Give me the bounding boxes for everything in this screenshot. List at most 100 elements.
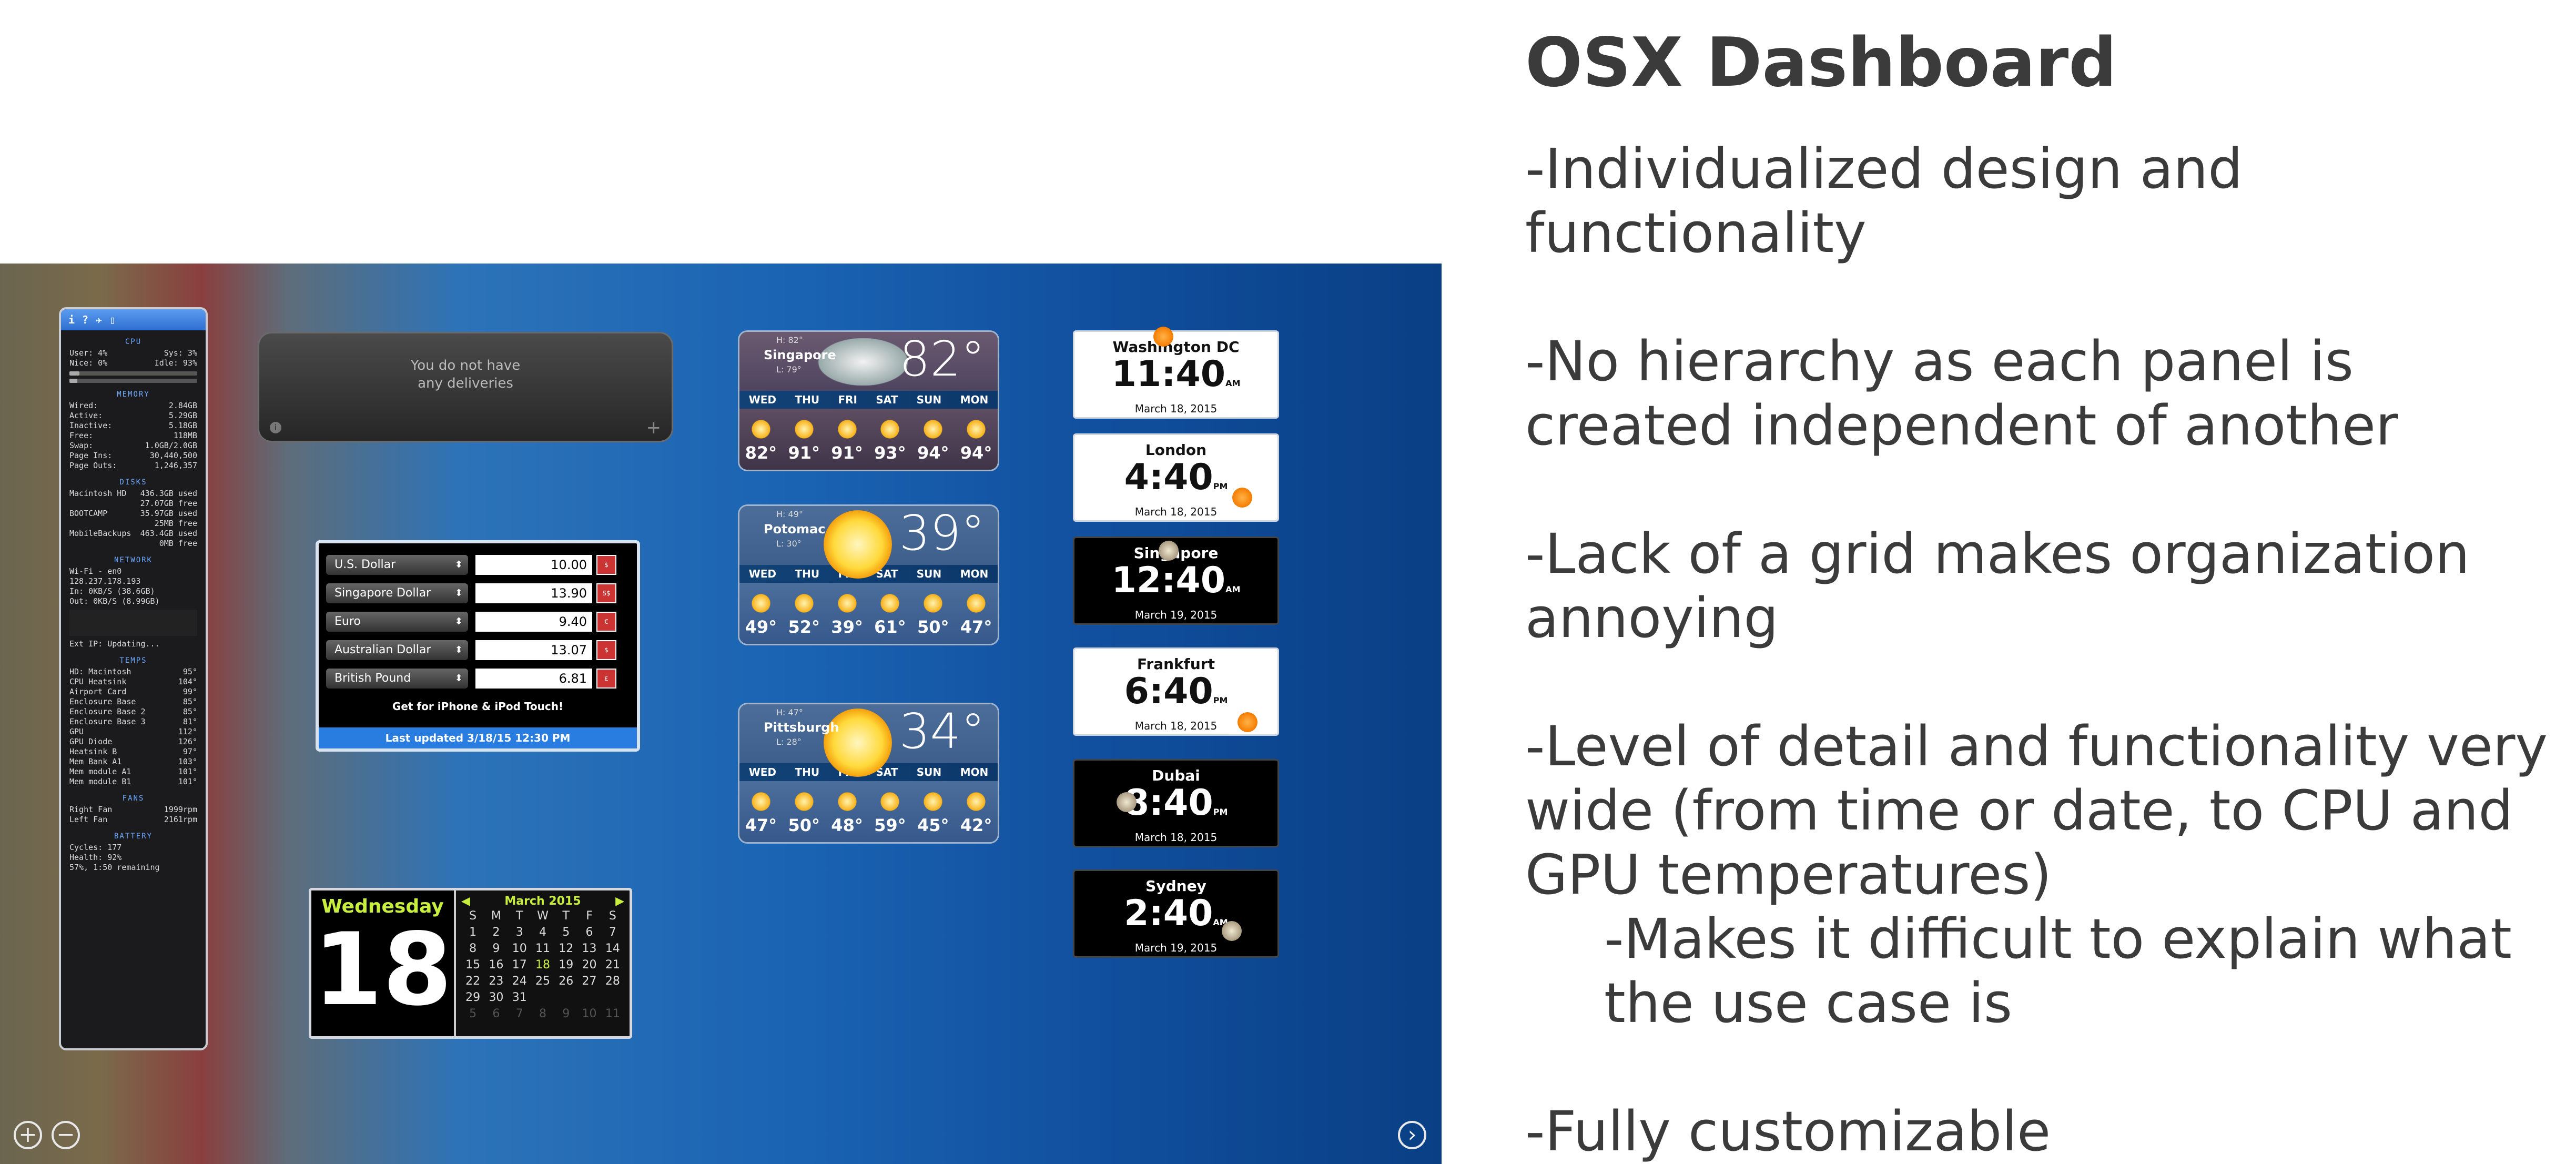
istat-battery-tab[interactable]: ▯ xyxy=(109,313,116,326)
weather-widget-potomac[interactable]: H: 49°PotomacL: 30°39°WEDTHUFRISATSUNMON… xyxy=(738,504,999,645)
clock-date: March 19, 2015 xyxy=(1134,942,1218,954)
info-icon[interactable]: i xyxy=(270,422,281,433)
moon-icon xyxy=(1159,541,1179,561)
istat-plane-tab[interactable]: ✈ xyxy=(96,313,102,326)
add-widget-button[interactable]: + xyxy=(14,1121,42,1149)
clock-singapore[interactable]: Singapore12:40AMMarch 19, 2015 xyxy=(1073,537,1279,625)
sun-icon xyxy=(824,510,892,579)
calendar-day-cell[interactable]: 10 xyxy=(509,940,530,957)
calendar-day-cell[interactable] xyxy=(602,989,623,1006)
calendar-day-cell[interactable]: 14 xyxy=(602,940,623,957)
calendar-day-cell[interactable]: 26 xyxy=(555,973,576,989)
currency-amount-input[interactable]: 6.81 xyxy=(475,669,592,689)
calendar-day-cell[interactable]: 11 xyxy=(532,940,553,957)
next-month-button[interactable]: ▶ xyxy=(615,895,624,908)
calendar-day-cell[interactable]: 27 xyxy=(579,973,600,989)
calendar-day-cell[interactable]: 30 xyxy=(485,989,506,1006)
istat-tabs[interactable]: i ? ✈ ▯ xyxy=(61,309,206,330)
moon-icon xyxy=(1222,921,1242,941)
slide-title: OSX Dashboard xyxy=(1525,24,2117,102)
calendar-day-cell[interactable]: 8 xyxy=(532,1006,553,1022)
calendar-day-cell[interactable]: 6 xyxy=(485,1006,506,1022)
istat-help-tab[interactable]: ? xyxy=(82,313,88,326)
calendar-day-cell[interactable]: 31 xyxy=(509,989,530,1006)
forecast-day: 59° xyxy=(874,791,906,835)
clock-washington-dc[interactable]: Washington DC 11:40AM March 18, 2015 xyxy=(1073,327,1279,419)
fan-row-label: Left Fan xyxy=(69,815,108,824)
calendar-day-cell[interactable]: 3 xyxy=(509,924,530,940)
calendar-day-cell[interactable]: 25 xyxy=(532,973,553,989)
calendar-day-cell[interactable]: 2 xyxy=(485,924,506,940)
prev-month-button[interactable]: ◀ xyxy=(461,895,470,908)
calendar-day-cell[interactable]: 17 xyxy=(509,957,530,973)
add-delivery-button[interactable]: + xyxy=(646,419,662,437)
currency-select[interactable]: Singapore Dollar xyxy=(326,583,468,603)
calendar-day-cell[interactable]: 5 xyxy=(462,1006,483,1022)
weather-widget-singapore[interactable]: H: 82° Singapore L: 79° 82° WED THU FRI SAT SUN M… xyxy=(738,330,999,471)
calendar-day-cell[interactable]: 29 xyxy=(462,989,483,1006)
calendar-day-cell[interactable]: 23 xyxy=(485,973,506,989)
calendar-day-cell[interactable]: 18 xyxy=(532,957,553,973)
sun-icon xyxy=(1238,712,1257,732)
calendar-day-cell[interactable]: 16 xyxy=(485,957,506,973)
currency-promo-link[interactable]: Get for iPhone & iPod Touch! xyxy=(319,700,637,713)
calendar-day-cell[interactable]: 9 xyxy=(555,1006,576,1022)
calendar-day-cell[interactable]: 19 xyxy=(555,957,576,973)
remove-widget-button[interactable]: − xyxy=(52,1121,80,1149)
currency-converter-widget[interactable]: U.S. Dollar 10.00 $ Singapore Dollar 13.90 S$… xyxy=(316,540,640,752)
calendar-day-cell[interactable]: 7 xyxy=(602,924,623,940)
istat-widget[interactable]: i ? ✈ ▯ CPU User: 4% Sys: 3% Nice: 0% Idle… xyxy=(59,307,208,1050)
calendar-day-cell[interactable]: 24 xyxy=(509,973,530,989)
calendar-day-cell[interactable] xyxy=(555,989,576,1006)
delivery-widget[interactable]: You do not have any deliveries i + xyxy=(258,332,673,442)
calendar-day-cell[interactable]: 21 xyxy=(602,957,623,973)
calendar-day-cell[interactable]: 1 xyxy=(462,924,483,940)
calendar-widget[interactable]: Wednesday 18 ◀ March 2015 ▶ SMTWTFS12345… xyxy=(309,888,632,1039)
forecast-day: 94° xyxy=(960,419,992,463)
calendar-day-cell[interactable]: 4 xyxy=(532,924,553,940)
currency-select[interactable]: British Pound xyxy=(326,669,468,689)
currency-select[interactable]: U.S. Dollar xyxy=(326,555,468,575)
disk-rows: Macintosh HD 436.3GB used 27.07GB free BOOT… xyxy=(61,489,206,549)
currency-amount-input[interactable]: 13.07 xyxy=(475,640,592,660)
calendar-day-cell[interactable] xyxy=(579,989,600,1006)
weather-day-label: SAT xyxy=(876,393,898,406)
calendar-day-cell[interactable]: 11 xyxy=(602,1006,623,1022)
calendar-day-cell[interactable]: 15 xyxy=(462,957,483,973)
currency-amount-input[interactable]: 13.90 xyxy=(475,583,592,603)
istat-info-tab[interactable]: i xyxy=(68,313,75,326)
calendar-day-cell[interactable]: 8 xyxy=(462,940,483,957)
calendar-day-cell[interactable]: 13 xyxy=(579,940,600,957)
forecast-temp: 39° xyxy=(831,617,863,637)
weather-condition-icon xyxy=(793,593,815,614)
calendar-day-cell[interactable]: 28 xyxy=(602,973,623,989)
currency-amount-input[interactable]: 9.40 xyxy=(475,612,592,632)
currency-select[interactable]: Euro xyxy=(326,612,468,632)
calendar-day-cell[interactable]: 7 xyxy=(509,1006,530,1022)
forecast-temp: 59° xyxy=(874,815,906,835)
calendar-day-cell[interactable] xyxy=(532,989,553,1006)
clock-ampm: PM xyxy=(1213,807,1228,817)
calendar-weekday-header: T xyxy=(515,909,523,923)
calendar-day-cell[interactable]: 5 xyxy=(555,924,576,940)
weather-widget-pittsburgh[interactable]: H: 47°PittsburghL: 28°34°WEDTHUFRISATSUN… xyxy=(738,703,999,844)
weather-low: L: 28° xyxy=(776,737,802,747)
currency-select[interactable]: Australian Dollar xyxy=(326,640,468,660)
clock-london[interactable]: London 4:40PM March 18, 2015 xyxy=(1073,433,1279,522)
currency-amount-input[interactable]: 10.00 xyxy=(475,555,592,575)
calendar-day-cell[interactable]: 10 xyxy=(579,1006,600,1022)
calendar-day-cell[interactable]: 9 xyxy=(485,940,506,957)
clock-frankfurt[interactable]: Frankfurt 6:40PM March 18, 2015 xyxy=(1073,647,1279,736)
weather-low: L: 79° xyxy=(776,365,802,374)
forecast-temp: 45° xyxy=(917,815,949,835)
calendar-day-cell[interactable]: 22 xyxy=(462,973,483,989)
calendar-day-cell[interactable]: 6 xyxy=(579,924,600,940)
next-space-button[interactable]: › xyxy=(1398,1121,1426,1149)
clock-dubai[interactable]: Dubai 8:40PM March 18, 2015 xyxy=(1073,759,1279,847)
calendar-day-cell[interactable]: 20 xyxy=(579,957,600,973)
forecast-day: 91° xyxy=(831,419,863,463)
disk-row-value: 463.4GB used xyxy=(140,529,197,538)
clock-sydney[interactable]: Sydney 2:40AM March 19, 2015 xyxy=(1073,869,1279,958)
calendar-day-cell[interactable]: 12 xyxy=(555,940,576,957)
memory-row-value: 118MB xyxy=(173,431,197,440)
